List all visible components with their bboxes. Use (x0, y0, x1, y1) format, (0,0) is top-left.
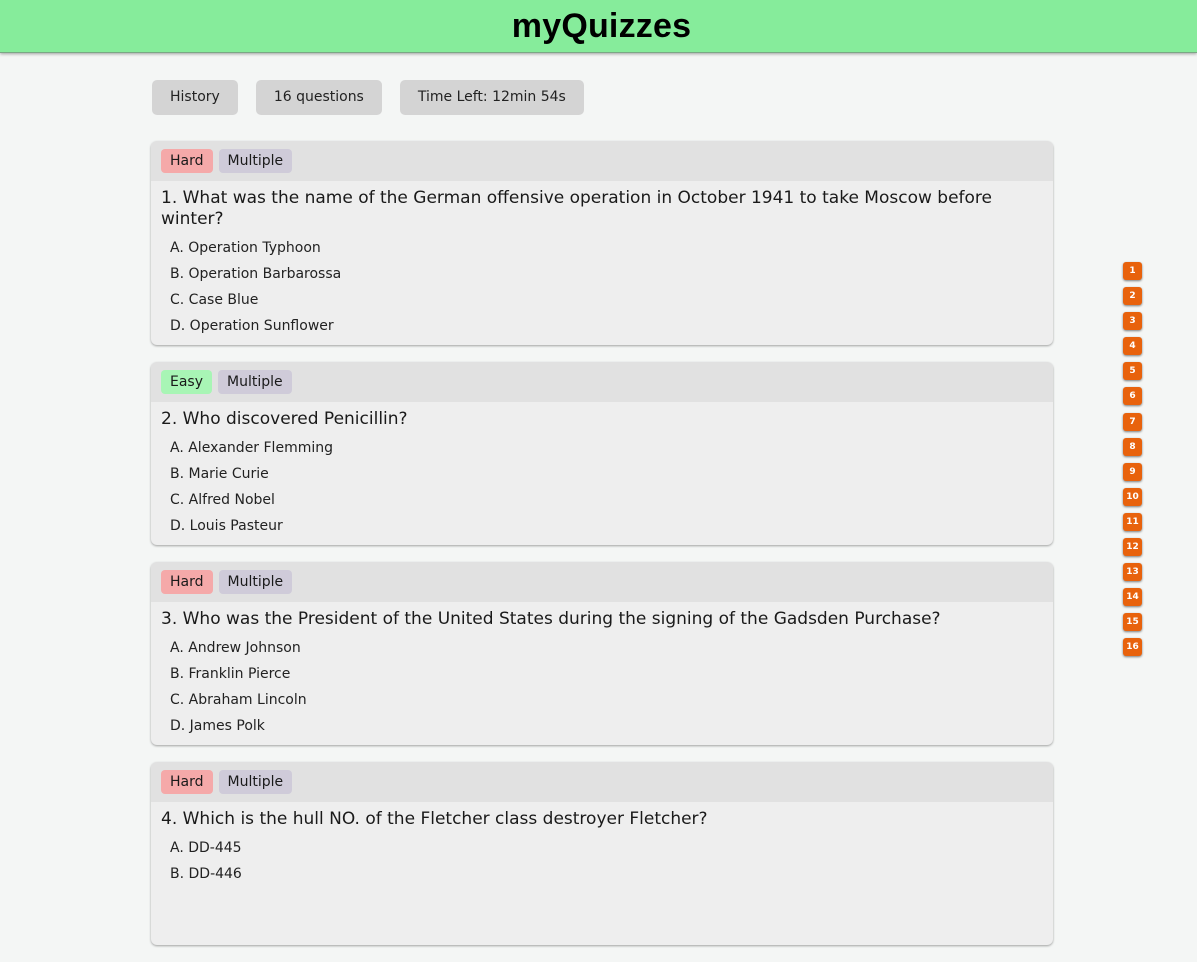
timer-chip[interactable]: Time Left: 12min 54s (399, 80, 584, 115)
quiz-info-bar: History 16 questions Time Left: 12min 54… (152, 80, 602, 115)
app-header: myQuizzes (0, 0, 1197, 53)
answer-options: A. DD-445 B. DD-446 (151, 835, 1053, 945)
answer-option[interactable]: A. Operation Typhoon (170, 235, 1053, 261)
answer-option[interactable]: D. James Polk (170, 713, 1053, 739)
question-nav-button-1[interactable]: 1 (1123, 262, 1142, 280)
answer-options: A. Operation Typhoon B. Operation Barbar… (151, 235, 1053, 345)
answer-option[interactable]: B. Operation Barbarossa (170, 261, 1053, 287)
question-navigator: 1 2 3 4 5 6 7 8 9 10 11 12 13 14 15 16 (1123, 262, 1143, 664)
question-text: 2. Who discovered Penicillin? (161, 409, 408, 429)
answer-option[interactable]: B. Franklin Pierce (170, 661, 1053, 687)
answer-options: A. Andrew Johnson B. Franklin Pierce C. … (151, 635, 1053, 745)
answer-option[interactable]: B. Marie Curie (170, 461, 1053, 487)
question-nav-button-2[interactable]: 2 (1123, 287, 1142, 306)
question-card: Hard Multiple 3. Who was the President o… (151, 562, 1053, 745)
question-text: 1. What was the name of the German offen… (161, 188, 992, 229)
question-card: Easy Multiple 2. Who discovered Penicill… (151, 362, 1053, 545)
question-text: 3. Who was the President of the United S… (161, 609, 941, 629)
question-nav-button-14[interactable]: 14 (1123, 588, 1142, 607)
answer-option[interactable]: D. Operation Sunflower (170, 313, 1053, 339)
answer-option[interactable]: B. DD-446 (170, 861, 1053, 887)
question-header: Easy Multiple (151, 362, 1053, 402)
difficulty-badge: Hard (161, 770, 213, 794)
question-header: Hard Multiple (151, 762, 1053, 802)
difficulty-badge: Easy (161, 370, 213, 394)
question-card: Hard Multiple 1. What was the name of th… (151, 141, 1053, 345)
answer-option[interactable]: A. Alexander Flemming (170, 435, 1053, 461)
question-nav-button-12[interactable]: 12 (1123, 538, 1142, 557)
question-nav-button-10[interactable]: 10 (1123, 487, 1142, 506)
difficulty-badge: Hard (161, 570, 213, 594)
question-header: Hard Multiple (151, 141, 1053, 181)
question-header: Hard Multiple (151, 562, 1053, 602)
question-nav-button-8[interactable]: 8 (1123, 437, 1142, 456)
question-type-badge: Multiple (218, 149, 293, 173)
question-nav-button-11[interactable]: 11 (1123, 512, 1142, 531)
answer-option[interactable] (170, 913, 1053, 939)
question-nav-button-16[interactable]: 16 (1123, 638, 1142, 657)
category-chip[interactable]: History (152, 80, 238, 115)
app-title: myQuizzes (511, 6, 692, 45)
answer-option[interactable] (170, 887, 1053, 913)
question-nav-button-5[interactable]: 5 (1123, 362, 1142, 381)
answer-option[interactable]: C. Alfred Nobel (170, 487, 1053, 513)
question-nav-button-7[interactable]: 7 (1123, 412, 1142, 431)
question-nav-button-4[interactable]: 4 (1123, 337, 1142, 356)
question-nav-button-3[interactable]: 3 (1123, 312, 1142, 331)
answer-option[interactable]: C. Abraham Lincoln (170, 687, 1053, 713)
answer-option[interactable]: C. Case Blue (170, 287, 1053, 313)
question-card: Hard Multiple 4. Which is the hull NO. o… (151, 762, 1053, 945)
question-type-badge: Multiple (218, 570, 293, 594)
question-text: 4. Which is the hull NO. of the Fletcher… (161, 809, 708, 829)
question-nav-button-9[interactable]: 9 (1123, 462, 1142, 481)
answer-option[interactable]: D. Louis Pasteur (170, 513, 1053, 539)
question-type-badge: Multiple (218, 370, 292, 394)
question-type-badge: Multiple (218, 770, 293, 794)
question-count-chip[interactable]: 16 questions (255, 80, 382, 115)
answer-option[interactable]: A. DD-445 (170, 835, 1053, 861)
question-nav-button-15[interactable]: 15 (1123, 613, 1142, 632)
answer-options: A. Alexander Flemming B. Marie Curie C. … (151, 435, 1053, 545)
difficulty-badge: Hard (161, 149, 213, 173)
answer-option[interactable]: A. Andrew Johnson (170, 635, 1053, 661)
question-nav-button-13[interactable]: 13 (1123, 563, 1142, 582)
question-nav-button-6[interactable]: 6 (1123, 387, 1142, 406)
question-list: Hard Multiple 1. What was the name of th… (151, 141, 1053, 962)
